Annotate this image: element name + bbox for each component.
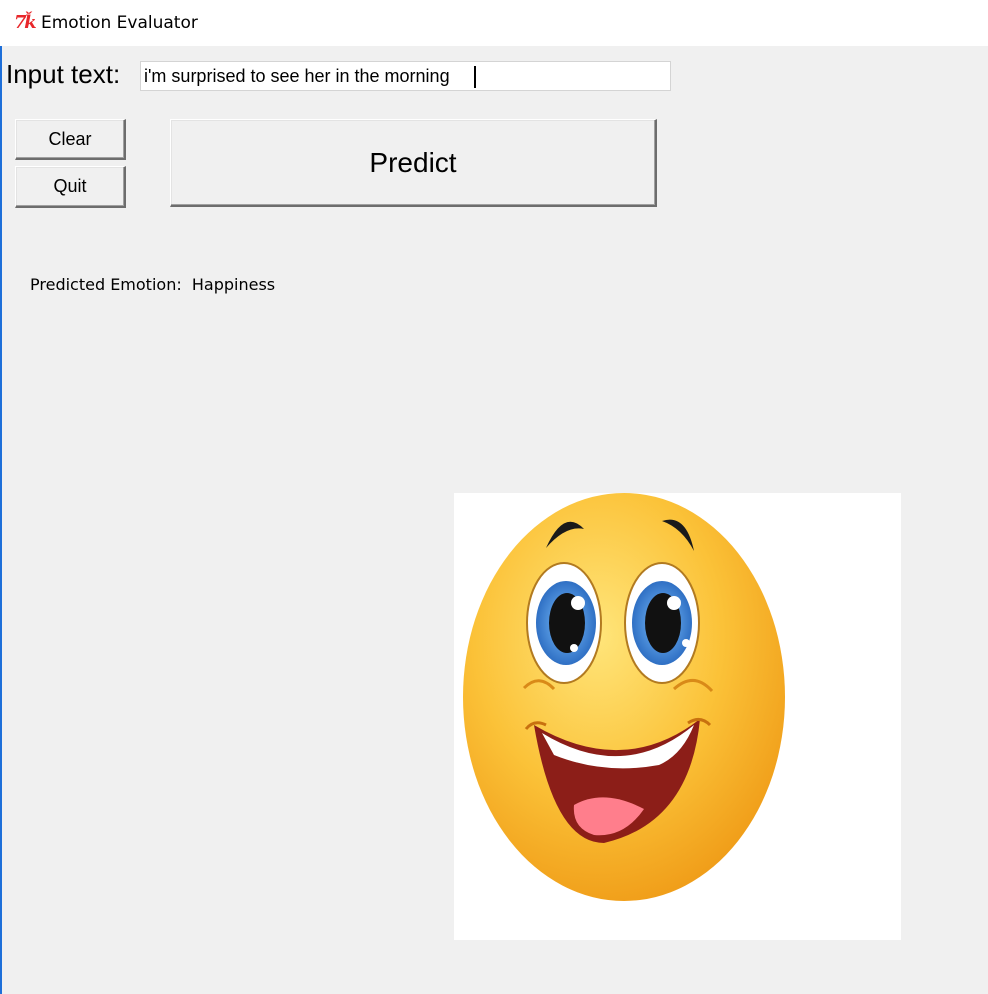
result-value: Happiness	[191, 275, 276, 294]
predict-button[interactable]: Predict	[170, 119, 657, 207]
window-title: Emotion Evaluator	[41, 13, 198, 33]
window-left-border	[0, 0, 2, 994]
happy-smiley-face-icon	[463, 493, 785, 901]
tk-feather-icon: 7ǩ	[14, 12, 37, 33]
predicted-emotion: Predicted Emotion: Happiness	[30, 275, 275, 294]
title-bar[interactable]: 7ǩ Emotion Evaluator	[0, 0, 988, 46]
text-caret	[474, 66, 476, 88]
clear-button[interactable]: Clear	[15, 119, 126, 160]
result-label: Predicted Emotion:	[30, 275, 182, 294]
input-label: Input text:	[6, 59, 121, 89]
input-text-field[interactable]	[140, 61, 671, 91]
quit-button[interactable]: Quit	[15, 166, 126, 208]
emotion-image	[454, 493, 901, 940]
